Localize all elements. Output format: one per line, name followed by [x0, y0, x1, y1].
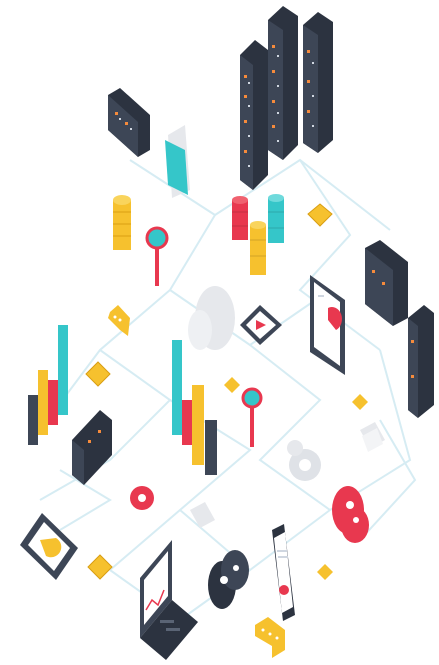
chip-left-icon	[85, 361, 111, 387]
pie-tile-icon	[20, 513, 78, 580]
server-tall-right-icon	[408, 305, 434, 418]
paper-sheet-icon	[190, 502, 215, 528]
pie-chart-tablet-icon	[310, 275, 345, 375]
chip-icon	[307, 203, 333, 227]
server-unit-icon	[108, 88, 150, 157]
coin-stack-icon	[113, 195, 131, 250]
cloud-gears-red-icon	[332, 486, 369, 543]
magnifier-center-icon	[241, 387, 263, 447]
laptop-icon	[140, 540, 198, 660]
chat-bubble-bottom-icon	[255, 617, 285, 658]
server-unit-right-icon	[365, 240, 408, 326]
database-stacks-icon	[232, 194, 284, 275]
chip-small-right-icon	[352, 394, 368, 410]
bar-chart-center-icon	[172, 340, 217, 475]
cloud-gears-dark-icon	[208, 550, 249, 609]
chip-small-icon	[224, 377, 240, 393]
isometric-data-network-illustration	[20, 6, 434, 660]
gear-grey-icon	[287, 440, 321, 481]
video-player-icon	[240, 305, 282, 345]
magnifier-icon	[145, 226, 169, 286]
gear-red-icon	[130, 486, 154, 510]
chip-bottom-left-icon	[87, 554, 113, 580]
chip-bottom-right-icon	[317, 564, 333, 580]
bar-chart-left-icon	[28, 325, 68, 445]
network-lines	[39, 158, 417, 622]
folder-icon	[165, 125, 190, 198]
server-towers-icon	[240, 6, 333, 190]
chat-bubble-icon	[108, 305, 130, 336]
cloud-icon	[188, 286, 235, 350]
server-unit-left-icon	[72, 410, 112, 485]
paper-stack-icon	[360, 422, 385, 452]
